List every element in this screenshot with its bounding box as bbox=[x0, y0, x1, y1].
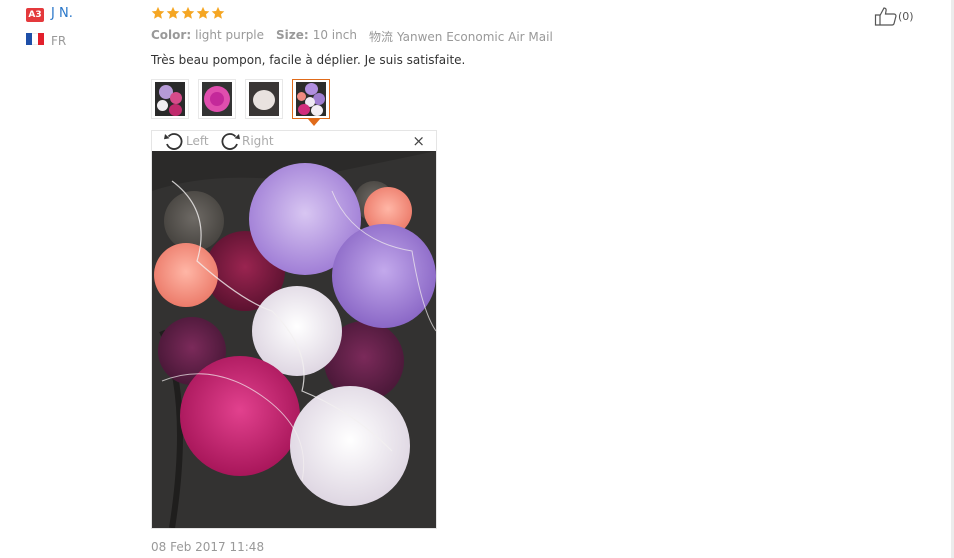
active-thumbnail-indicator bbox=[308, 119, 320, 126]
rotate-left-icon bbox=[164, 133, 183, 150]
star-rating bbox=[151, 6, 225, 20]
review-thumbnail[interactable] bbox=[151, 79, 189, 119]
rotate-right-icon bbox=[221, 133, 240, 150]
review-thumbnail-active[interactable] bbox=[292, 79, 330, 126]
thumbs-up-icon bbox=[874, 7, 897, 26]
review-thumbnail[interactable] bbox=[245, 79, 283, 119]
review-photo bbox=[152, 151, 436, 528]
close-viewer-button[interactable]: × bbox=[412, 134, 425, 149]
star-icon bbox=[211, 6, 225, 19]
france-flag-icon bbox=[26, 33, 44, 45]
image-viewer-toolbar: Left Right × bbox=[152, 131, 436, 151]
review-date: 08 Feb 2017 11:48 bbox=[151, 540, 265, 554]
star-icon bbox=[196, 6, 210, 19]
rotate-right-label: Right bbox=[242, 134, 274, 148]
image-viewer: Left Right × bbox=[151, 130, 437, 529]
order-properties: Color: light purple Size: 10 inch 物流 Yanwen… bbox=[151, 28, 565, 45]
star-icon bbox=[151, 6, 165, 19]
buyer-level-badge: A3 bbox=[26, 8, 44, 22]
star-icon bbox=[166, 6, 180, 19]
size-property: Size: 10 inch bbox=[276, 28, 357, 42]
rotate-left-button[interactable]: Left bbox=[163, 131, 209, 151]
reviewer-name[interactable]: J N. bbox=[51, 6, 73, 21]
review-image-thumbnails bbox=[151, 79, 330, 126]
helpful-button[interactable]: (0) bbox=[874, 6, 914, 26]
shipping-property: 物流 Yanwen Economic Air Mail bbox=[368, 30, 553, 44]
review-text: Très beau pompon, facile à déplier. Je s… bbox=[151, 53, 466, 67]
reviewer-country: FR bbox=[51, 34, 67, 48]
star-icon bbox=[181, 6, 195, 19]
rotate-right-button[interactable]: Right bbox=[219, 131, 274, 151]
rotate-left-label: Left bbox=[186, 134, 209, 148]
helpful-count: (0) bbox=[898, 9, 914, 23]
color-property: Color: light purple bbox=[151, 28, 265, 42]
review-thumbnail[interactable] bbox=[198, 79, 236, 119]
